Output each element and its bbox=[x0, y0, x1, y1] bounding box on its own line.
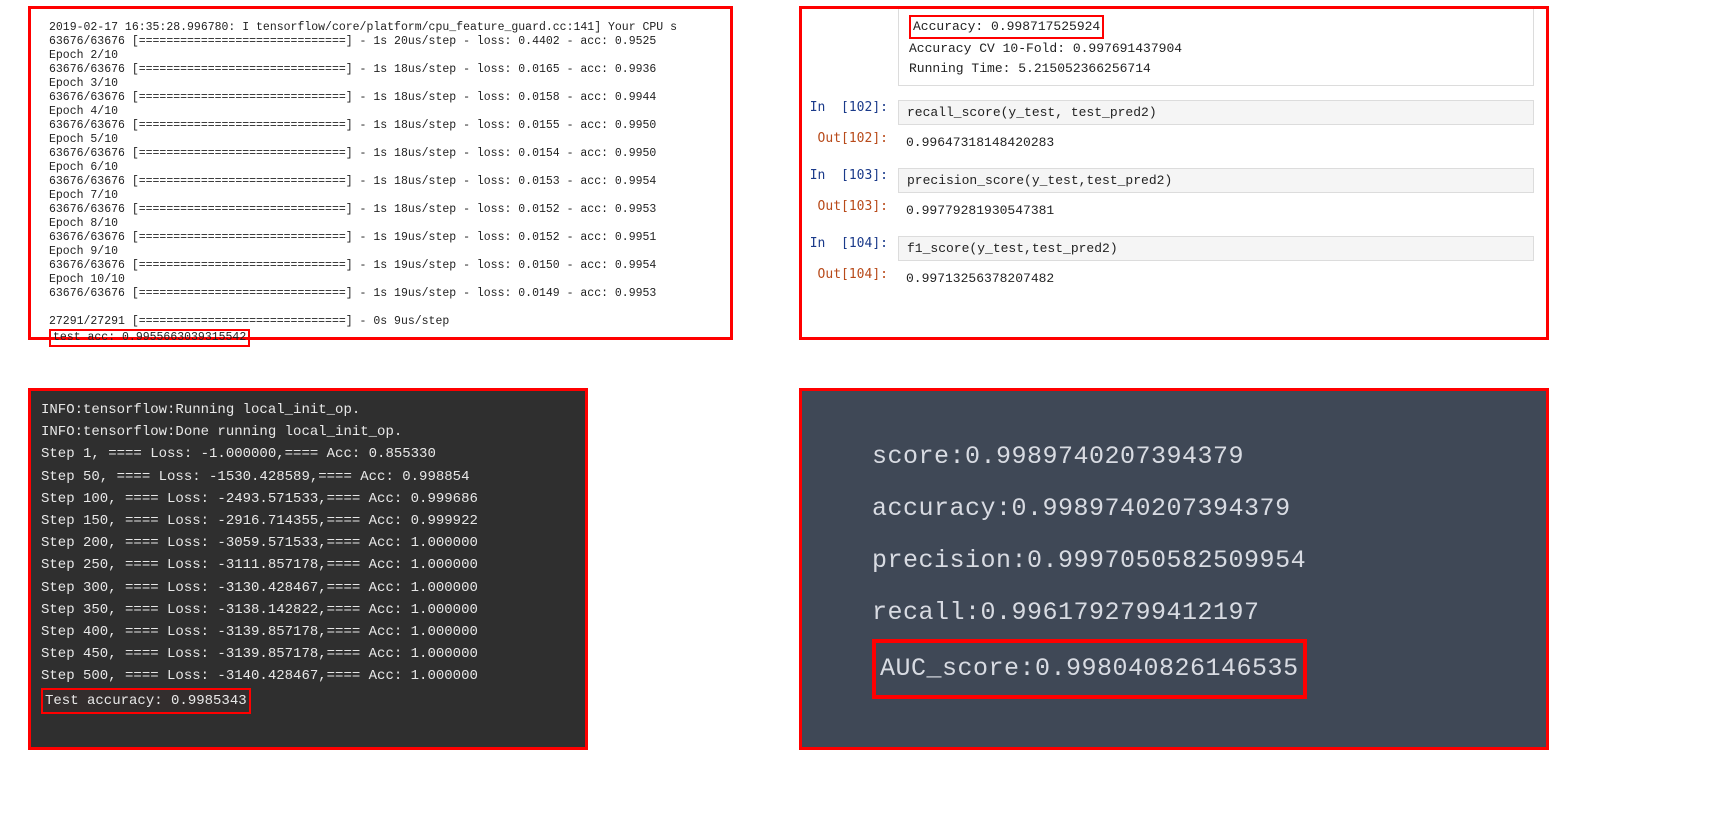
code-cell-precision[interactable]: precision_score(y_test,test_pred2) bbox=[898, 168, 1534, 193]
log-line bbox=[49, 301, 712, 315]
jupyter-top-output: Accuracy: 0.998717525924 Accuracy CV 10-… bbox=[898, 9, 1534, 86]
test-accuracy-highlight: Test accuracy: 0.9985343 bbox=[41, 688, 251, 714]
in-prompt: In [102]: bbox=[802, 100, 898, 115]
out-value: 0.99713256378207482 bbox=[898, 267, 1546, 290]
code-cell-recall[interactable]: recall_score(y_test, test_pred2) bbox=[898, 100, 1534, 125]
log-line: 27291/27291 [===========================… bbox=[49, 315, 712, 329]
log-line: 63676/63676 [===========================… bbox=[49, 91, 712, 105]
log-line: 63676/63676 [===========================… bbox=[49, 35, 712, 49]
panel-metrics: score:0.9989740207394379 accuracy:0.9989… bbox=[799, 388, 1549, 750]
tf-line: Step 500, ==== Loss: -3140.428467,==== A… bbox=[41, 665, 575, 687]
log-line: Epoch 6/10 bbox=[49, 161, 712, 175]
tf-line: Step 250, ==== Loss: -3111.857178,==== A… bbox=[41, 554, 575, 576]
tf-line: INFO:tensorflow:Running local_init_op. bbox=[41, 399, 575, 421]
out-value: 0.99647318148420283 bbox=[898, 131, 1546, 154]
log-line: 63676/63676 [===========================… bbox=[49, 287, 712, 301]
metric-precision: precision:0.9997050582509954 bbox=[872, 535, 1476, 587]
code-cell-f1[interactable]: f1_score(y_test,test_pred2) bbox=[898, 236, 1534, 261]
tf-line: Step 100, ==== Loss: -2493.571533,==== A… bbox=[41, 488, 575, 510]
tf-line: Step 200, ==== Loss: -3059.571533,==== A… bbox=[41, 532, 575, 554]
in-prompt: In [103]: bbox=[802, 168, 898, 183]
accuracy-highlight: Accuracy: 0.998717525924 bbox=[909, 15, 1104, 39]
metric-accuracy: accuracy:0.9989740207394379 bbox=[872, 483, 1476, 535]
log-line: 63676/63676 [===========================… bbox=[49, 231, 712, 245]
out-prompt: Out[102]: bbox=[802, 131, 898, 146]
log-line: Epoch 4/10 bbox=[49, 105, 712, 119]
log-line: 63676/63676 [===========================… bbox=[49, 175, 712, 189]
cv-accuracy-line: Accuracy CV 10-Fold: 0.997691437904 bbox=[909, 39, 1523, 59]
log-line: 63676/63676 [===========================… bbox=[49, 147, 712, 161]
tf-line: Step 400, ==== Loss: -3139.857178,==== A… bbox=[41, 621, 575, 643]
auc-score-highlight: AUC_score:0.998040826146535 bbox=[872, 639, 1307, 699]
log-line: 63676/63676 [===========================… bbox=[49, 63, 712, 77]
metric-recall: recall:0.9961792799412197 bbox=[872, 587, 1476, 639]
panel-tf-steps: INFO:tensorflow:Running local_init_op. I… bbox=[28, 388, 588, 750]
metric-score: score:0.9989740207394379 bbox=[872, 431, 1476, 483]
tf-line: Step 350, ==== Loss: -3138.142822,==== A… bbox=[41, 599, 575, 621]
in-prompt: In [104]: bbox=[802, 236, 898, 251]
log-line: Epoch 3/10 bbox=[49, 77, 712, 91]
panel-epoch-log: 2019-02-17 16:35:28.996780: I tensorflow… bbox=[28, 6, 733, 340]
tf-line: Step 1, ==== Loss: -1.000000,==== Acc: 0… bbox=[41, 443, 575, 465]
log-line: Epoch 7/10 bbox=[49, 189, 712, 203]
panel-jupyter: Accuracy: 0.998717525924 Accuracy CV 10-… bbox=[799, 6, 1549, 340]
out-value: 0.99779281930547381 bbox=[898, 199, 1546, 222]
log-line: Epoch 10/10 bbox=[49, 273, 712, 287]
tf-line: Step 50, ==== Loss: -1530.428589,==== Ac… bbox=[41, 466, 575, 488]
log-line: Epoch 2/10 bbox=[49, 49, 712, 63]
log-line: 63676/63676 [===========================… bbox=[49, 203, 712, 217]
log-line: Epoch 8/10 bbox=[49, 217, 712, 231]
test-acc-highlight: test acc: 0.9955663039315542 bbox=[49, 329, 250, 347]
log-line: 63676/63676 [===========================… bbox=[49, 119, 712, 133]
running-time-line: Running Time: 5.215052366256714 bbox=[909, 59, 1523, 79]
log-line: 63676/63676 [===========================… bbox=[49, 259, 712, 273]
tf-line: INFO:tensorflow:Done running local_init_… bbox=[41, 421, 575, 443]
log-line: Epoch 5/10 bbox=[49, 133, 712, 147]
tf-line: Step 300, ==== Loss: -3130.428467,==== A… bbox=[41, 577, 575, 599]
tf-line: Step 450, ==== Loss: -3139.857178,==== A… bbox=[41, 643, 575, 665]
out-prompt: Out[104]: bbox=[802, 267, 898, 282]
out-prompt: Out[103]: bbox=[802, 199, 898, 214]
log-intro-line: 2019-02-17 16:35:28.996780: I tensorflow… bbox=[49, 21, 712, 35]
log-line: Epoch 9/10 bbox=[49, 245, 712, 259]
tf-line: Step 150, ==== Loss: -2916.714355,==== A… bbox=[41, 510, 575, 532]
